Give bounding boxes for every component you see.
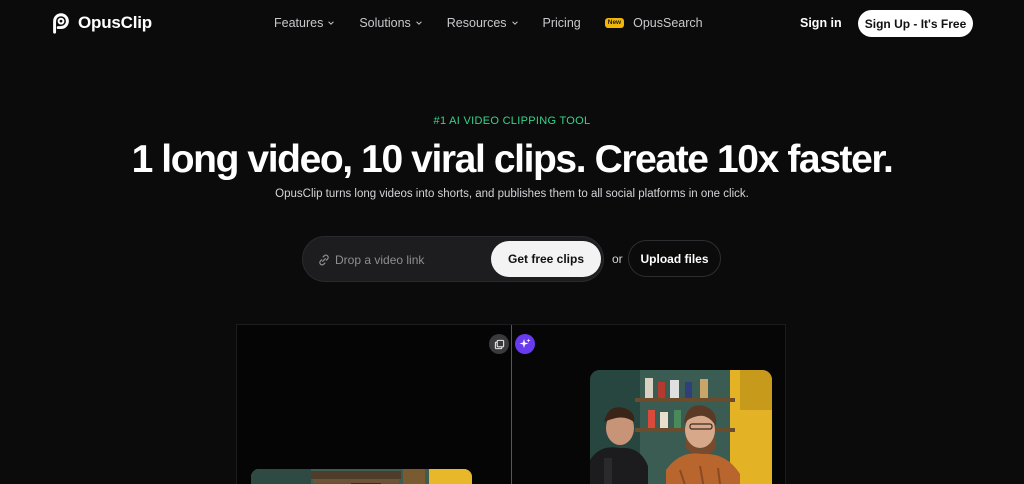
clip-video-card[interactable] [590,370,772,484]
menu-item-label: Resources [446,16,507,30]
logo[interactable]: OpusClip [50,12,152,34]
upload-files-button[interactable]: Upload files [628,240,721,277]
main-menu: Features Solutions Resources Pricing New… [274,16,727,30]
menu-item-resources[interactable]: Resources [447,16,519,30]
podcast-video-image [590,370,772,484]
hero-subline: OpusClip turns long videos into shorts, … [275,188,749,200]
sign-up-button[interactable]: Sign Up - It's Free [858,10,973,37]
video-preview-panel [236,324,786,484]
hero-headline: 1 long video, 10 viral clips. Create 10x… [131,138,894,181]
chevron-down-icon [416,21,422,25]
menu-item-label: OpusSearch [633,16,703,30]
video-link-input[interactable] [335,251,485,269]
menu-item-features[interactable]: Features [274,16,335,30]
opusclip-logo-icon [53,13,69,34]
hero-eyebrow: #1 AI VIDEO CLIPPING TOOL [433,115,591,127]
sign-in-link[interactable]: Sign in [800,16,842,30]
sparkle-icon [519,338,531,348]
ai-sparkle-button[interactable] [515,334,535,354]
top-nav: OpusClip Features Solutions Resources Pr… [0,0,1024,48]
copy-button[interactable] [489,334,509,354]
chevron-down-icon [328,21,335,25]
get-free-clips-button[interactable]: Get free clips [491,241,601,277]
link-icon [319,254,329,266]
new-badge: New [604,17,625,29]
or-separator: or [612,252,623,266]
page: OpusClip Features Solutions Resources Pr… [0,0,1024,484]
menu-item-opussearch[interactable]: New OpusSearch [604,16,703,30]
video-link-form: Get free clips [302,236,604,282]
comparison-divider[interactable] [511,325,512,484]
menu-item-pricing[interactable]: Pricing [543,16,581,30]
original-video-area [237,325,512,484]
menu-item-label: Pricing [542,16,581,30]
menu-item-label: Features [274,16,324,30]
logo-text: OpusClip [78,13,152,32]
studio-scene-image [251,469,472,484]
original-video-thumbnail [251,469,472,484]
copy-icon [494,339,504,349]
menu-item-label: Solutions [359,16,411,30]
menu-item-solutions[interactable]: Solutions [359,16,422,30]
chevron-down-icon [511,21,518,25]
